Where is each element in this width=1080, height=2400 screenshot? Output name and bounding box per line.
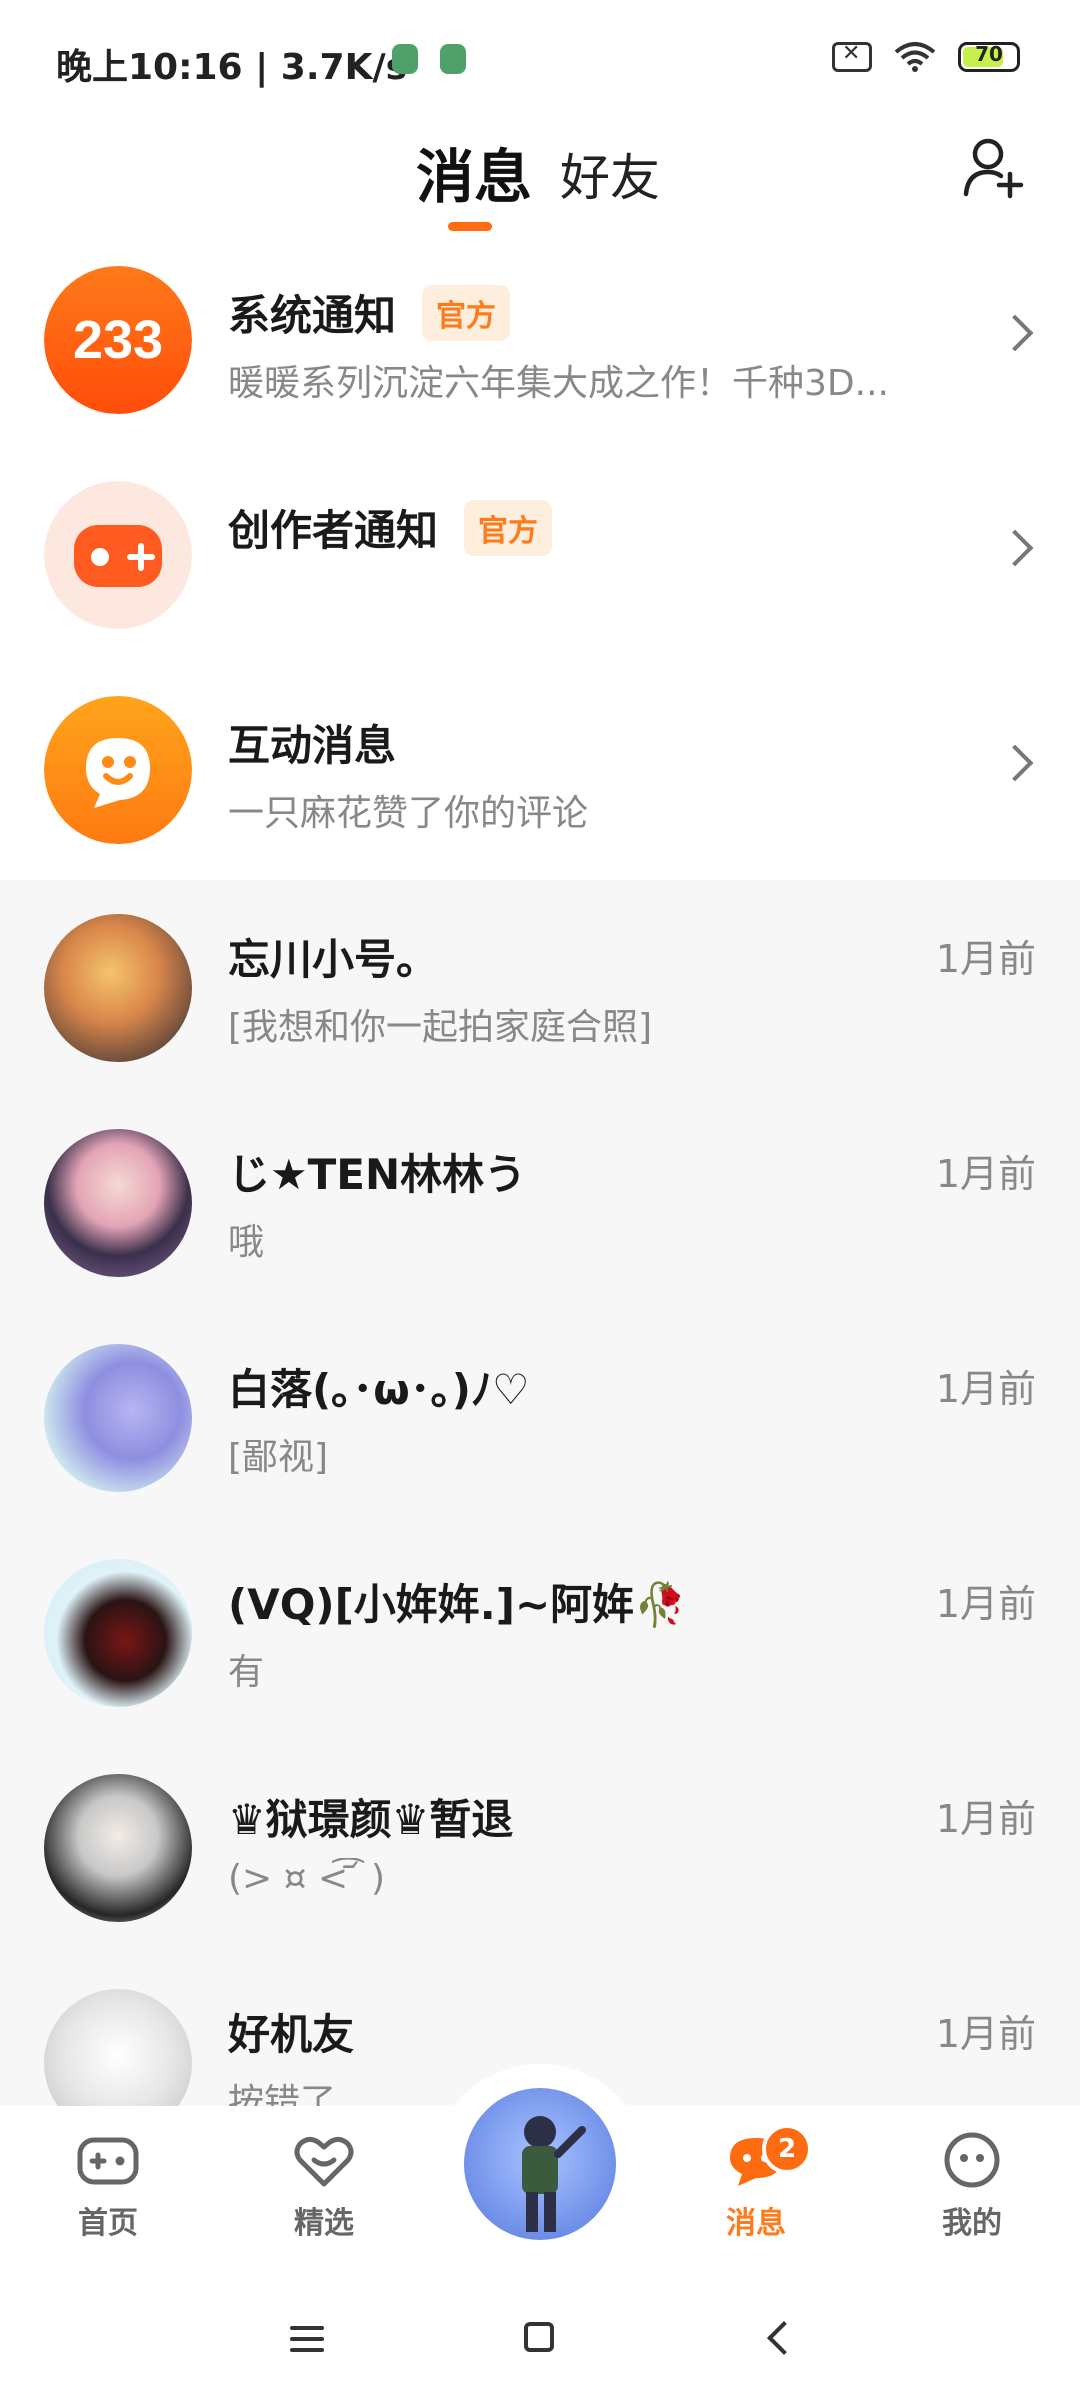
nav-label: 消息 bbox=[726, 2206, 786, 2241]
unread-count-badge: 2 bbox=[762, 2124, 812, 2174]
interaction-messages-row[interactable]: 互动消息 一只麻花赞了你的评论 bbox=[0, 666, 1080, 881]
system-notification-row[interactable]: 233 系统通知 官方 暖暖系列沉淀六年集大成之作！千种3D... bbox=[0, 236, 1080, 451]
battery-icon: 70 bbox=[958, 42, 1020, 72]
notification-icons bbox=[392, 44, 466, 74]
contact-name: 白落(｡･ω･｡)ﾉ♡ bbox=[228, 1365, 530, 1414]
smiley-face-icon bbox=[944, 2132, 1000, 2188]
last-message: 有 bbox=[228, 1652, 265, 1693]
conversation-row[interactable]: 白落(｡･ω･｡)ﾉ♡ [鄙视] 1月前 bbox=[0, 1310, 1080, 1525]
nav-home[interactable]: 首页 bbox=[38, 2130, 178, 2242]
home-icon[interactable] bbox=[524, 2322, 554, 2352]
chevron-right-icon bbox=[996, 744, 1034, 782]
contact-name: 忘川小号。 bbox=[228, 935, 439, 984]
last-message: [我想和你一起拍家庭合照] bbox=[228, 1007, 653, 1048]
nav-featured[interactable]: 精选 bbox=[254, 2130, 394, 2242]
message-time: 1月前 bbox=[935, 937, 1036, 981]
chevron-right-icon bbox=[996, 314, 1034, 352]
message-time: 1月前 bbox=[935, 1367, 1036, 1411]
conversation-row[interactable]: ♛狱璟颜♛暂退 (> ¤ <͡ ᷄ ) 1月前 bbox=[0, 1740, 1080, 1955]
nav-label: 我的 bbox=[942, 2206, 1002, 2241]
official-badge: 官方 bbox=[422, 285, 511, 341]
contact-name: ♛狱璟颜♛暂退 bbox=[228, 1795, 514, 1844]
conversation-row[interactable]: じ★TEN林林う 哦 1月前 bbox=[0, 1095, 1080, 1310]
battery-level: 70 bbox=[975, 42, 1003, 66]
nav-label: 精选 bbox=[294, 2206, 354, 2241]
nav-label: 首页 bbox=[78, 2206, 138, 2241]
conversation-row[interactable]: (VQ)[小姩姩.]~阿姩🥀 有 1月前 bbox=[0, 1525, 1080, 1740]
message-time: 1月前 bbox=[935, 2012, 1036, 2056]
title-text: 创作者通知 bbox=[228, 506, 439, 555]
last-message: (> ¤ <͡ ᷄ ) bbox=[228, 1858, 386, 1899]
last-message: 哦 bbox=[228, 1222, 265, 1263]
message-time: 1月前 bbox=[935, 1797, 1036, 1841]
chat-bubble-avatar bbox=[44, 696, 192, 844]
app-notification-icon bbox=[440, 44, 466, 74]
system-notification-avatar: 233 bbox=[44, 266, 192, 414]
avatar-character-icon bbox=[522, 2116, 586, 2232]
official-badge: 官方 bbox=[464, 500, 553, 556]
add-friend-icon[interactable] bbox=[960, 134, 1026, 200]
avatar bbox=[44, 914, 192, 1062]
recent-apps-icon[interactable] bbox=[290, 2326, 324, 2352]
row-subtitle: 一只麻花赞了你的评论 bbox=[228, 793, 589, 834]
heart-icon bbox=[294, 2136, 354, 2187]
tab-messages[interactable]: 消息 bbox=[416, 130, 532, 214]
back-icon[interactable] bbox=[767, 2321, 801, 2355]
avatar bbox=[44, 1129, 192, 1277]
row-title: 互动消息 bbox=[228, 721, 397, 770]
last-message: [鄙视] bbox=[228, 1437, 329, 1478]
status-indicators: 70 bbox=[832, 41, 1020, 72]
tab-friends[interactable]: 好友 bbox=[560, 138, 660, 210]
message-time: 1月前 bbox=[935, 1152, 1036, 1196]
status-time: 晚上10:16 | 3.7K/s bbox=[56, 47, 408, 88]
official-notifications: 233 系统通知 官方 暖暖系列沉淀六年集大成之作！千种3D... 创作者通知 官方… bbox=[0, 236, 1080, 880]
row-title: 系统通知 官方 bbox=[228, 282, 511, 343]
conversation-row[interactable]: 忘川小号。 [我想和你一起拍家庭合照] 1月前 bbox=[0, 880, 1080, 1095]
active-tab-indicator bbox=[448, 222, 492, 231]
gamepad-avatar bbox=[44, 481, 192, 629]
avatar bbox=[44, 1559, 192, 1707]
center-avatar-button[interactable] bbox=[464, 2088, 616, 2240]
conversation-list: 忘川小号。 [我想和你一起拍家庭合照] 1月前 じ★TEN林林う 哦 1月前 白… bbox=[0, 880, 1080, 2110]
message-time: 1月前 bbox=[935, 1582, 1036, 1626]
contact-name: じ★TEN林林う bbox=[228, 1150, 527, 1199]
app-notification-icon bbox=[392, 44, 418, 74]
system-navigation-bar bbox=[0, 2278, 1080, 2400]
title-text: 系统通知 bbox=[228, 291, 397, 340]
top-header: 消息 好友 bbox=[0, 120, 1080, 237]
creator-notification-row[interactable]: 创作者通知 官方 bbox=[0, 451, 1080, 666]
gamepad-icon bbox=[77, 2137, 139, 2185]
chevron-right-icon bbox=[996, 529, 1034, 567]
wifi-icon bbox=[894, 42, 936, 72]
avatar-text: 233 bbox=[73, 310, 163, 370]
row-subtitle: 暖暖系列沉淀六年集大成之作！千种3D... bbox=[228, 363, 889, 404]
nav-me[interactable]: 我的 bbox=[902, 2130, 1042, 2242]
no-sim-icon bbox=[832, 41, 872, 72]
avatar bbox=[44, 1989, 192, 2110]
contact-name: (VQ)[小姩姩.]~阿姩🥀 bbox=[228, 1580, 687, 1629]
avatar bbox=[44, 1344, 192, 1492]
row-title: 创作者通知 官方 bbox=[228, 497, 553, 558]
contact-name: 好机友 bbox=[228, 2010, 355, 2059]
status-bar: 晚上10:16 | 3.7K/s 70 bbox=[0, 0, 1080, 120]
avatar bbox=[44, 1774, 192, 1922]
